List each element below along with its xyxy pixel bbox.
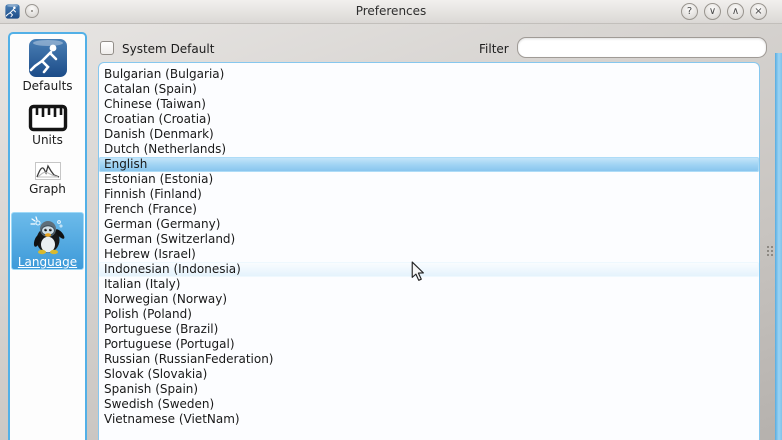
filter-label: Filter [479,42,509,56]
language-list[interactable]: Bulgarian (Bulgaria)Catalan (Spain)Chine… [98,62,760,440]
preferences-window: Preferences ? ∨ ∧ × Defaults [0,0,782,440]
language-list-item[interactable]: Indonesian (Indonesia) [99,262,759,277]
language-list-item[interactable]: Danish (Denmark) [99,127,759,142]
filter-input[interactable] [517,37,767,58]
language-list-item[interactable]: Catalan (Spain) [99,82,759,97]
language-list-item[interactable]: Bulgarian (Bulgaria) [99,67,759,82]
graph-icon [35,162,61,181]
sidebar-item-graph[interactable]: Graph [12,162,83,196]
shade-down-button[interactable]: ∨ [704,3,721,20]
language-list-item[interactable]: Chinese (Taiwan) [99,97,759,112]
sidebar: Defaults Units Graph [8,32,87,440]
sidebar-item-label: Graph [12,182,83,196]
sidebar-item-units[interactable]: Units [12,104,83,147]
sidebar-item-defaults[interactable]: Defaults [12,38,83,93]
language-list-item[interactable]: Norwegian (Norway) [99,292,759,307]
language-list-item[interactable]: Slovak (Slovakia) [99,367,759,382]
system-default-label[interactable]: System Default [122,42,214,56]
sidebar-item-label: Defaults [12,79,83,93]
splitter-grip[interactable] [766,245,773,257]
sidebar-item-label: Language [12,255,83,269]
titlebar-buttons: ? ∨ ∧ × [681,3,767,20]
diver-icon [28,38,68,78]
language-list-item[interactable]: Portuguese (Brazil) [99,322,759,337]
language-list-item[interactable]: Italian (Italy) [99,277,759,292]
ruler-icon [28,104,68,132]
system-default-checkbox[interactable] [100,41,114,55]
sidebar-item-label: Units [12,133,83,147]
language-list-item[interactable]: Swedish (Sweden) [99,397,759,412]
language-list-item[interactable]: Portuguese (Portugal) [99,337,759,352]
language-list-item[interactable]: Dutch (Netherlands) [99,142,759,157]
language-list-item[interactable]: Polish (Poland) [99,307,759,322]
language-list-item[interactable]: Spanish (Spain) [99,382,759,397]
shade-up-button[interactable]: ∧ [727,3,744,20]
language-list-item[interactable]: Hebrew (Israel) [99,247,759,262]
titlebar[interactable]: Preferences ? ∨ ∧ × [0,0,782,24]
window-title: Preferences [0,4,782,18]
language-list-item[interactable]: Vietnamese (VietNam) [99,412,759,427]
language-list-item[interactable]: Russian (RussianFederation) [99,352,759,367]
language-list-item[interactable]: Croatian (Croatia) [99,112,759,127]
help-button[interactable]: ? [681,3,698,20]
scuba-penguin-icon [28,215,68,255]
background-window-edge [775,53,782,440]
language-list-item[interactable]: French (France) [99,202,759,217]
language-list-item[interactable]: Finnish (Finland) [99,187,759,202]
language-list-item[interactable]: German (Germany) [99,217,759,232]
sidebar-item-language[interactable]: Language [11,212,84,270]
mouse-cursor [411,261,425,282]
close-button[interactable]: × [750,3,767,20]
language-list-item[interactable]: Estonian (Estonia) [99,172,759,187]
language-list-item[interactable]: German (Switzerland) [99,232,759,247]
language-list-item[interactable]: English [99,157,759,172]
